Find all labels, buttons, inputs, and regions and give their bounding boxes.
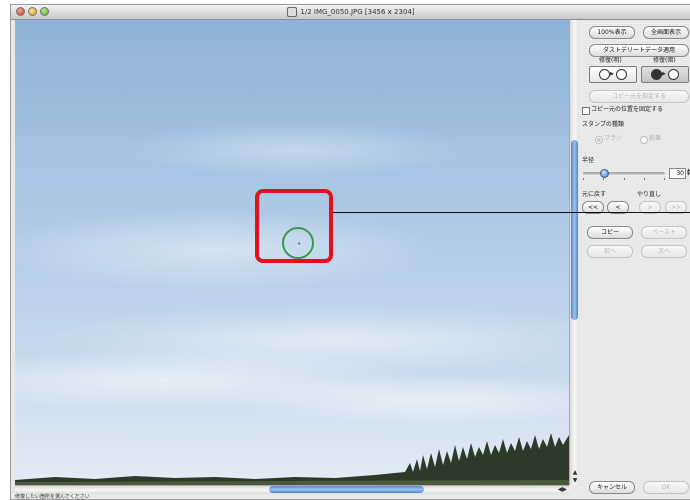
fix-copy-source-checkbox[interactable]	[582, 107, 590, 115]
stepper-down-icon[interactable]: ▼	[686, 172, 690, 176]
ok-button[interactable]: OK	[643, 481, 689, 494]
callout-line	[333, 212, 690, 213]
next-button[interactable]: 次へ	[641, 245, 687, 258]
highlight-box	[255, 189, 333, 263]
apply-dust-delete-button[interactable]: ダストデリートデータ適用	[589, 44, 689, 57]
title-bar: 1/2 IMG_0050.JPG [3456 x 2304]	[11, 5, 690, 20]
undo-header-label: 元に戻す	[582, 191, 607, 198]
stamp-brush-label: ブラシ	[604, 135, 622, 142]
view-100-button[interactable]: 100%表示	[589, 26, 635, 39]
slider-tick	[624, 178, 625, 180]
paste-button[interactable]: ペースト	[641, 226, 687, 239]
arrow-right-icon: ▶	[610, 71, 614, 77]
stamp-brush-radio[interactable]	[595, 136, 603, 144]
vertical-scroll-thumb[interactable]	[571, 140, 578, 320]
radius-slider-knob[interactable]	[599, 169, 609, 178]
repair-dark-label: 修復(暗)	[653, 57, 676, 64]
slider-tick	[644, 178, 645, 180]
dark-source-icon	[651, 69, 662, 80]
window-title-area: 1/2 IMG_0050.JPG [3456 x 2304]	[11, 6, 690, 18]
status-bar: 修復したい箇所を選んでください	[11, 494, 583, 500]
view-fit-button[interactable]: 全画面表示	[643, 26, 689, 39]
radius-value-field[interactable]: 30	[669, 168, 686, 179]
document-icon	[287, 7, 298, 17]
horizontal-scroll-thumb[interactable]	[269, 486, 424, 493]
stamp-pen-label: 鉛筆	[649, 135, 662, 142]
treeline-silhouette	[15, 433, 569, 485]
scroll-right-icon[interactable]: ▶	[562, 486, 567, 493]
copy-button[interactable]: コピー	[587, 226, 633, 239]
slider-tick	[583, 178, 584, 180]
app-window: 1/2 IMG_0050.JPG [3456 x 2304] + ▲ ▼ ◀▶ …	[10, 4, 690, 500]
light-source-icon	[599, 69, 610, 80]
radius-slider[interactable]	[583, 172, 665, 175]
set-copy-source-button[interactable]: コピー元を指定する	[589, 90, 689, 103]
slider-tick	[664, 178, 665, 180]
redo-header-label: やり直し	[637, 191, 662, 198]
cancel-button[interactable]: キャンセル	[589, 481, 635, 494]
stamp-pen-radio[interactable]	[640, 136, 648, 144]
repair-dark-button[interactable]: ▶	[641, 66, 689, 83]
fix-copy-source-label: コピー元の位置を固定する	[591, 106, 664, 113]
horizontal-scroll-arrows[interactable]: ◀▶	[558, 486, 567, 493]
horizontal-scrollbar[interactable]: ◀▶	[15, 485, 569, 494]
radius-label: 半径	[582, 157, 595, 164]
window-title: 1/2 IMG_0050.JPG [3456 x 2304]	[300, 8, 415, 16]
prev-button[interactable]: 前へ	[587, 245, 633, 258]
tool-panel: 100%表示 全画面表示 ダストデリートデータ適用 修復(明) 修復(暗) ▶ …	[579, 20, 690, 499]
slider-tick	[603, 178, 604, 180]
stamp-type-label: スタンプの種類	[582, 121, 624, 128]
status-text: 修復したい箇所を選んでください	[15, 494, 90, 500]
arrow-right-icon: ▶	[662, 71, 666, 77]
light-target-icon	[616, 69, 627, 80]
dark-target-icon	[668, 69, 679, 80]
repair-light-label: 修復(明)	[599, 57, 622, 64]
radius-stepper[interactable]: ▲ ▼	[686, 168, 690, 177]
repair-light-button[interactable]: ▶	[589, 66, 637, 83]
